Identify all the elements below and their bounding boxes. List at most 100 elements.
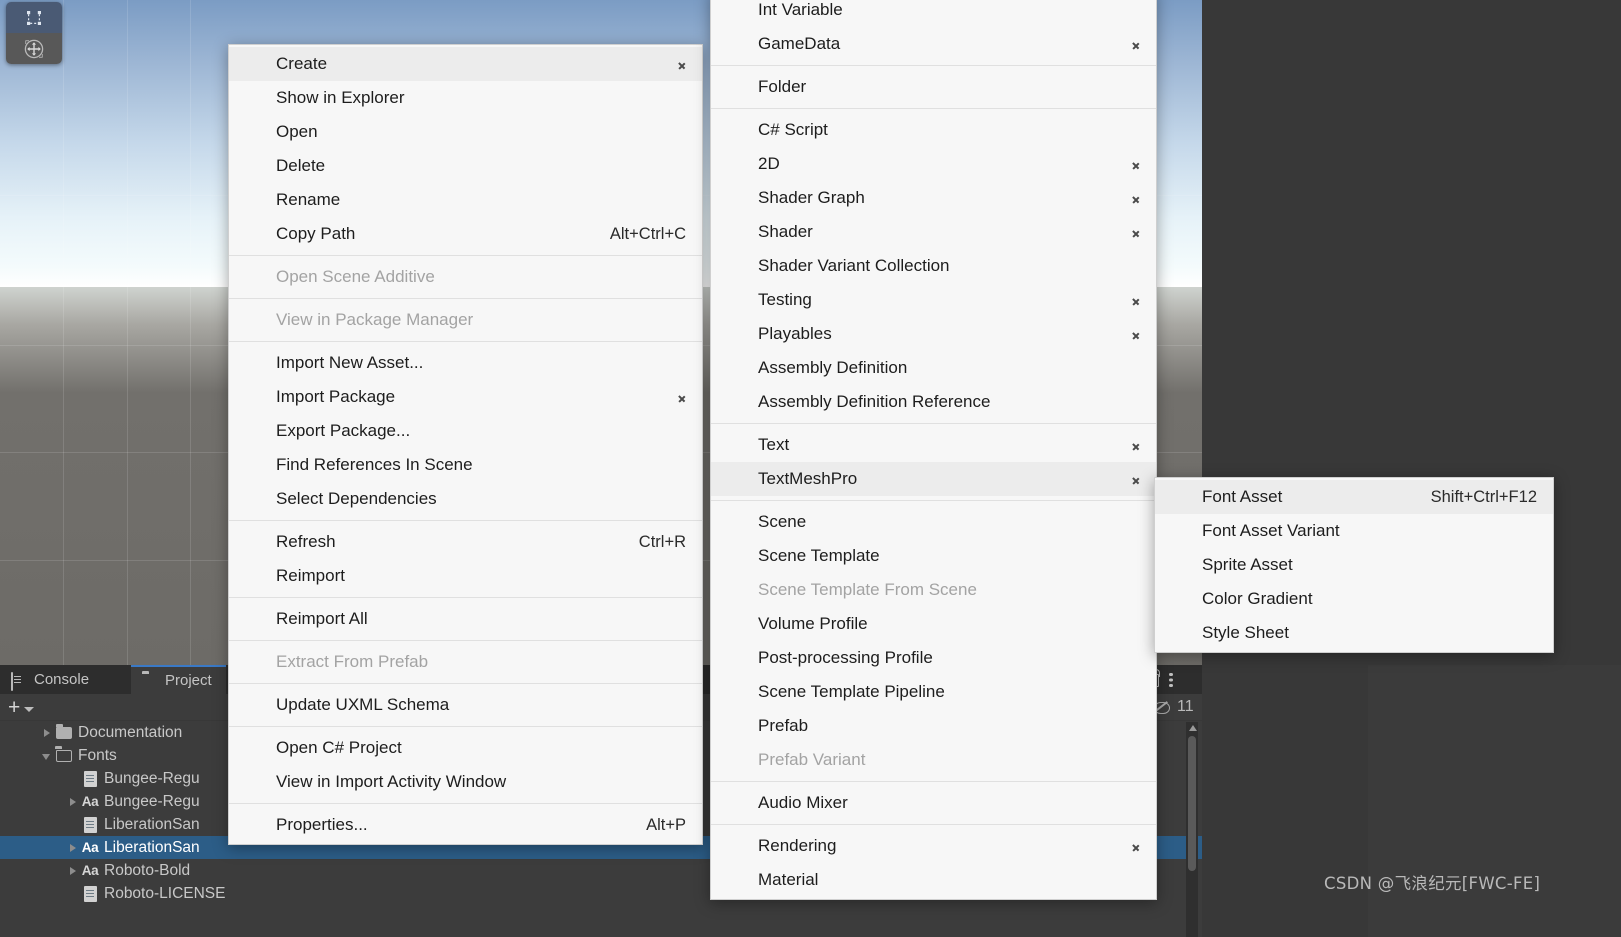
menu-item-post-processing-profile[interactable]: Post-processing Profile [711,641,1156,675]
menu-item-font-asset[interactable]: Font Asset Shift+Ctrl+F12 [1155,480,1553,514]
menu-item-label: Open C# Project [276,738,402,757]
menu-separator [711,824,1156,825]
menu-item-reimport[interactable]: Reimport [229,559,702,593]
menu-item-assembly-definition[interactable]: Assembly Definition [711,351,1156,385]
menu-item-rendering[interactable]: Rendering [711,829,1156,863]
rect-transform-tool-button[interactable] [6,2,62,33]
tab-project-label: Project [165,672,212,689]
list-item-label: Documentation [78,723,183,741]
menu-item-create[interactable]: Create [229,47,702,81]
textmeshpro-submenu[interactable]: Font Asset Shift+Ctrl+F12 Font Asset Varia… [1154,477,1554,653]
menu-item-label: Playables [758,324,832,343]
menu-item-delete[interactable]: Delete [229,149,702,183]
menu-item-select-dependencies[interactable]: Select Dependencies [229,482,702,516]
menu-item-label: Material [758,870,819,889]
menu-item-scene-template-pipeline[interactable]: Scene Template Pipeline [711,675,1156,709]
menu-item-label: Post-processing Profile [758,648,933,667]
menu-item-playables[interactable]: Playables [711,317,1156,351]
menu-item-testing[interactable]: Testing [711,283,1156,317]
menu-item-label: Testing [758,290,812,309]
menu-item-assembly-definition-reference[interactable]: Assembly Definition Reference [711,385,1156,419]
tab-console-label: Console [34,671,90,688]
menu-item-label: Volume Profile [758,614,868,633]
disclosure-triangle-icon[interactable] [66,795,80,809]
menu-item-gamedata[interactable]: GameData [711,27,1156,61]
menu-item-textmeshpro[interactable]: TextMeshPro [711,462,1156,496]
document-icon [81,816,99,833]
chevron-right-icon [1133,294,1142,307]
menu-item-2d[interactable]: 2D [711,147,1156,181]
menu-item-label: Delete [276,156,326,175]
hidden-assets-count: 11 [1152,694,1194,720]
menu-item-label: Text [758,435,790,454]
menu-item-shortcut: Alt+Ctrl+C [609,224,686,243]
disclosure-triangle-icon[interactable] [40,726,54,740]
menu-item-color-gradient[interactable]: Color Gradient [1155,582,1553,616]
scroll-up-arrow-icon[interactable] [1189,725,1197,731]
menu-item-label: Scene Template [758,546,880,565]
menu-item-label: Sprite Asset [1202,555,1293,574]
document-icon [81,770,99,787]
hidden-count-label: 11 [1177,698,1194,715]
menu-item-import-package[interactable]: Import Package [229,380,702,414]
menu-separator [711,423,1156,424]
menu-item-shader[interactable]: Shader [711,215,1156,249]
font-asset-icon: Aa [81,863,99,878]
menu-item-sprite-asset[interactable]: Sprite Asset [1155,548,1553,582]
menu-item-style-sheet[interactable]: Style Sheet [1155,616,1553,650]
menu-item-scene-template[interactable]: Scene Template [711,539,1156,573]
menu-item-material[interactable]: Material [711,863,1156,897]
menu-item-import-new-asset[interactable]: Import New Asset... [229,346,702,380]
menu-item-scene[interactable]: Scene [711,505,1156,539]
menu-item-label: Prefab [758,716,809,735]
tab-project[interactable]: Project [131,665,226,694]
project-scrollbar[interactable] [1186,722,1198,937]
menu-item-c-script[interactable]: C# Script [711,113,1156,147]
menu-item-view-in-import-activity-window[interactable]: View in Import Activity Window [229,765,702,799]
menu-item-text[interactable]: Text [711,428,1156,462]
menu-item-folder[interactable]: Folder [711,70,1156,104]
menu-separator [229,597,702,598]
create-submenu[interactable]: Int Variable GameData Folder C# Script 2D Sha… [710,0,1157,900]
menu-separator [711,108,1156,109]
menu-item-find-references-in-scene[interactable]: Find References In Scene [229,448,702,482]
menu-item-shortcut: Shift+Ctrl+F12 [1430,487,1537,506]
grid-line-vertical [190,0,191,665]
disclosure-triangle-icon[interactable] [66,841,80,855]
menu-item-prefab[interactable]: Prefab [711,709,1156,743]
menu-item-label: Copy Path [276,224,356,243]
menu-item-open-c-project[interactable]: Open C# Project [229,731,702,765]
tab-console[interactable]: Console [0,665,104,694]
scene-tools-stack[interactable] [6,2,62,64]
menu-item-int-variable[interactable]: Int Variable [711,0,1156,27]
menu-item-volume-profile[interactable]: Volume Profile [711,607,1156,641]
menu-item-reimport-all[interactable]: Reimport All [229,602,702,636]
menu-item-open[interactable]: Open [229,115,702,149]
menu-item-properties[interactable]: Properties... Alt+P [229,808,702,842]
project-context-menu[interactable]: Create Show in Explorer Open Delete Rename Co… [228,44,703,845]
menu-item-shader-graph[interactable]: Shader Graph [711,181,1156,215]
menu-item-font-asset-variant[interactable]: Font Asset Variant [1155,514,1553,548]
menu-item-rename[interactable]: Rename [229,183,702,217]
scrollbar-thumb[interactable] [1188,736,1196,871]
menu-item-export-package[interactable]: Export Package... [229,414,702,448]
menu-item-refresh[interactable]: Refresh Ctrl+R [229,525,702,559]
menu-item-audio-mixer[interactable]: Audio Mixer [711,786,1156,820]
disclosure-triangle-icon[interactable] [66,864,80,878]
menu-item-label: Properties... [276,815,368,834]
move-gizmo-tool-button[interactable] [6,33,62,64]
menu-item-update-uxml-schema[interactable]: Update UXML Schema [229,688,702,722]
add-asset-button[interactable]: + [8,697,20,718]
menu-item-label: View in Import Activity Window [276,772,507,791]
menu-item-shader-variant-collection[interactable]: Shader Variant Collection [711,249,1156,283]
kebab-menu-icon[interactable] [1169,672,1173,688]
menu-item-copy-path[interactable]: Copy Path Alt+Ctrl+C [229,217,702,251]
disclosure-triangle-icon[interactable] [40,749,54,763]
chevron-down-icon[interactable] [24,706,35,712]
menu-separator [229,255,702,256]
menu-item-label: Import Package [276,387,396,406]
watermark: CSDN @飞浪纪元[FWC-FE] [1324,874,1541,893]
menu-item-show-in-explorer[interactable]: Show in Explorer [229,81,702,115]
